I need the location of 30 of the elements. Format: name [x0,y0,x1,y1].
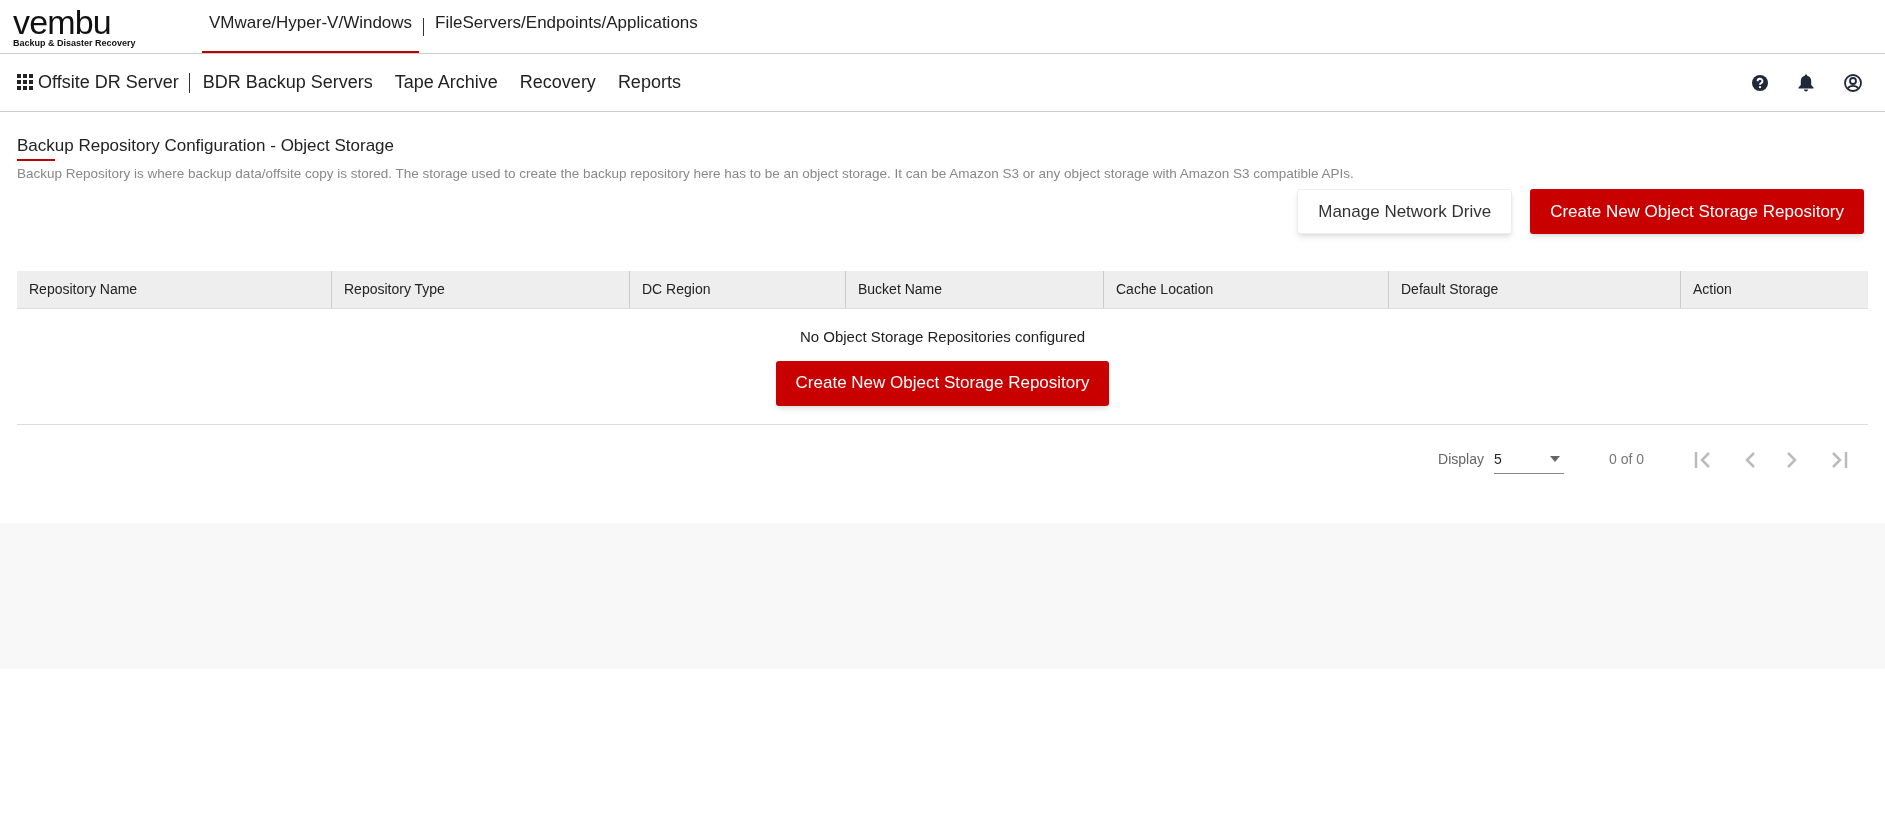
page-title: Backup Repository Configuration - Object Storage [17,135,395,157]
empty-state-message: No Object Storage Repositories configured [799,327,1086,347]
column-header: Repository Name [17,271,332,308]
column-header: Repository Type [332,271,630,308]
column-header: Default Storage [1389,271,1681,308]
product-tab[interactable]: FileServers/Endpoints/Applications [428,0,705,53]
logo-wordmark: vembu [13,6,111,37]
product-tab[interactable]: VMware/Hyper-V/Windows [202,0,420,53]
column-header: Bucket Name [846,271,1104,308]
manage-network-drive-button[interactable]: Manage Network Drive [1297,189,1513,234]
create-repository-button[interactable]: Create New Object Storage Repository [775,360,1110,406]
page-range: 0 of 0 [1608,450,1644,469]
column-header: Cache Location [1104,271,1389,308]
notification-bell-icon[interactable] [1798,73,1814,92]
help-icon[interactable] [1752,74,1768,91]
page-size-select[interactable]: 5 [1493,445,1564,474]
display-label: Display [1438,450,1484,469]
nav-link[interactable]: Recovery [519,69,596,96]
app-grid-icon[interactable] [17,74,34,91]
nav-link[interactable]: Tape Archive [394,69,498,96]
logo-tagline: Backup & Disaster Recovery [13,36,137,49]
column-header: Action [1692,280,1733,299]
nav-link[interactable]: Reports [617,69,681,96]
dropdown-caret-icon [1549,456,1560,462]
column-header: DC Region [630,271,846,308]
create-repository-button[interactable]: Create New Object Storage Repository [1530,189,1864,234]
app-title[interactable]: Offsite DR Server [38,69,179,96]
page-description: Backup Repository is where backup data/offsite copy is stored. The storage used to create the backup repository here has to be an object storage. It can be Amazon S3 or any object storage with Amazon S3 compatible APIs. [17,165,1355,183]
nav-link[interactable]: BDR Backup Servers [202,69,373,96]
user-account-icon[interactable] [1844,73,1862,92]
